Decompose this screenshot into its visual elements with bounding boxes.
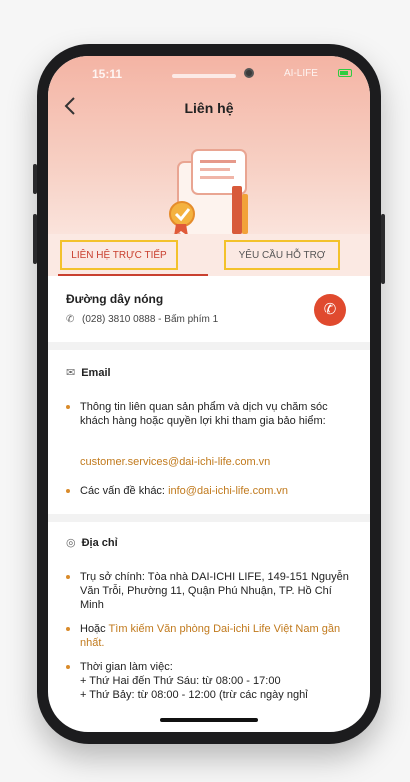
hotline-number-text: (028) 3810 0888 - Bấm phím 1 [82, 314, 219, 325]
call-button[interactable]: ✆ [314, 294, 346, 326]
address-office-search: Hoặc Tìm kiếm Văn phòng Dai-ichi Life Vi… [80, 622, 356, 650]
camera-icon [244, 68, 254, 78]
customer-services-email-link[interactable]: customer.services@dai-ichi-life.com.vn [80, 456, 270, 468]
tab-direct-contact[interactable]: LIÊN HỆ TRỰC TIẾP [60, 240, 178, 270]
location-pin-icon: ◎ [66, 537, 76, 549]
status-bar: 15:11 AI-LIFE [48, 56, 370, 86]
mail-icon: ✉ [66, 367, 76, 379]
status-time: 15:11 [92, 67, 123, 81]
bullet-dot [66, 489, 70, 493]
find-office-link[interactable]: Tìm kiếm Văn phòng Dai-ichi Life Việt Na… [80, 623, 340, 649]
working-hours: Thời gian làm việc: + Thứ Hai đến Thứ Sá… [80, 660, 356, 702]
bullet-dot [66, 575, 70, 579]
address-search-prefix: Hoặc [80, 623, 109, 635]
side-button [381, 214, 385, 284]
info-email-link[interactable]: info@dai-ichi-life.com.vn [168, 485, 288, 497]
tab-support-request[interactable]: YÊU CẦU HỖ TRỢ [224, 240, 340, 270]
home-indicator [160, 718, 258, 722]
email-heading-text: Email [81, 367, 111, 379]
hotline-title: Đường dây nóng [66, 292, 164, 306]
side-button [33, 214, 37, 264]
working-hours-saturday: + Thứ Bảy: từ 08:00 - 12:00 (trừ các ngà… [80, 689, 308, 701]
address-head-office: Trụ sở chính: Tòa nhà DAI-ICHI LIFE, 149… [80, 571, 349, 611]
section-divider [48, 342, 370, 350]
list-item: Thời gian làm việc: + Thứ Hai đến Thứ Sá… [66, 660, 356, 702]
email-item-text: Các vấn đề khác: info@dai-ichi-life.com.… [80, 484, 356, 498]
address-heading-text: Địa chỉ [81, 537, 118, 549]
bullet-dot [66, 405, 70, 409]
working-hours-title: Thời gian làm việc: [80, 661, 173, 673]
section-divider [48, 514, 370, 522]
side-button [33, 164, 37, 194]
email-other-prefix: Các vấn đề khác: [80, 485, 169, 497]
status-network: AI-LIFE [284, 68, 318, 79]
hotline-card: Đường dây nóng ✆ (028) 3810 0888 - Bấm ph… [48, 280, 370, 340]
tab-bar: LIÊN HỆ TRỰC TIẾP YÊU CẦU HỖ TRỢ [48, 234, 370, 276]
list-item: Các vấn đề khác: info@dai-ichi-life.com.… [66, 484, 356, 498]
email-item-text: Thông tin liên quan sản phẩm và dịch vụ … [80, 401, 328, 427]
phone-icon: ✆ [66, 314, 75, 325]
address-heading: ◎ Địa chỉ [66, 536, 118, 549]
working-hours-weekdays: + Thứ Hai đến Thứ Sáu: từ 08:00 - 17:00 [80, 675, 281, 687]
list-item: Hoặc Tìm kiếm Văn phòng Dai-ichi Life Vi… [66, 622, 356, 650]
email-heading: ✉ Email [66, 366, 111, 379]
hotline-number: ✆ (028) 3810 0888 - Bấm phím 1 [66, 314, 218, 325]
bullet-dot [66, 627, 70, 631]
app-screen: 15:11 AI-LIFE Liên hệ LIÊN HỆ TRỰC TIẾP … [48, 56, 370, 732]
bullet-dot [66, 665, 70, 669]
page-title: Liên hệ [184, 100, 234, 116]
notch [172, 74, 236, 78]
list-item: Thông tin liên quan sản phẩm và dịch vụ … [66, 400, 356, 428]
battery-icon [338, 69, 352, 77]
list-item: Trụ sở chính: Tòa nhà DAI-ICHI LIFE, 149… [66, 570, 356, 612]
phone-call-icon: ✆ [323, 301, 337, 318]
active-tab-indicator [58, 274, 208, 276]
